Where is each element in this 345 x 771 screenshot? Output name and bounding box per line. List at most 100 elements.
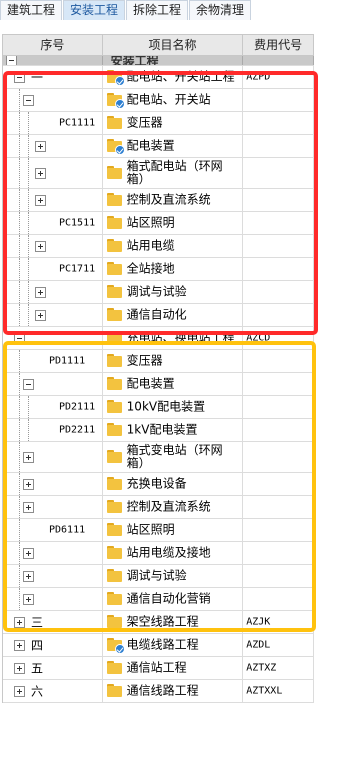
expand-icon[interactable] [35, 310, 46, 321]
seq-cell[interactable]: PD2211 [3, 419, 103, 441]
fee-code-cell[interactable] [243, 212, 314, 234]
name-cell[interactable]: 配电站、开关站 [103, 89, 244, 111]
name-cell[interactable]: 站区照明 [103, 519, 244, 541]
name-cell[interactable]: 配电站、开关站工程 [103, 66, 244, 88]
name-cell[interactable]: 调试与试验 [103, 281, 244, 303]
table-row[interactable]: 二 充电站、换电站工程 AZCD [3, 327, 314, 350]
name-cell[interactable]: 配电装置 [103, 373, 244, 395]
seq-cell[interactable] [3, 189, 103, 211]
fee-code-cell[interactable] [243, 304, 314, 326]
seq-cell[interactable]: 五 [3, 657, 103, 679]
name-cell[interactable]: 箱式配电站（环网箱） [103, 158, 244, 188]
header-name[interactable]: 项目名称 [103, 35, 244, 55]
name-cell[interactable]: 通信自动化营销 [103, 588, 244, 610]
seq-cell[interactable]: PD1111 [3, 350, 103, 372]
table-row[interactable]: PC1511 站区照明 [3, 212, 314, 235]
table-row[interactable]: 站用电缆 [3, 235, 314, 258]
expand-icon[interactable] [23, 571, 34, 582]
seq-cell[interactable] [3, 158, 103, 188]
table-row[interactable]: 站用电缆及接地 [3, 542, 314, 565]
fee-code-cell[interactable]: AZTXXL [243, 680, 314, 702]
fee-code-cell[interactable] [243, 258, 314, 280]
name-cell[interactable]: 电缆线路工程 [103, 634, 244, 656]
expand-icon[interactable] [23, 594, 34, 605]
seq-cell[interactable] [3, 304, 103, 326]
name-cell[interactable]: 调试与试验 [103, 565, 244, 587]
seq-cell[interactable]: PD6111 [3, 519, 103, 541]
fee-code-cell[interactable] [243, 442, 314, 472]
seq-cell[interactable] [3, 473, 103, 495]
fee-code-cell[interactable] [243, 350, 314, 372]
expand-icon[interactable] [14, 686, 25, 697]
name-cell[interactable]: 站用电缆 [103, 235, 244, 257]
fee-code-cell[interactable] [243, 496, 314, 518]
table-row[interactable]: 五 通信站工程 AZTXZ [3, 657, 314, 680]
table-row[interactable]: 配电装置 [3, 135, 314, 158]
expand-icon[interactable] [23, 452, 34, 463]
table-row[interactable]: 三 架空线路工程 AZJK [3, 611, 314, 634]
expand-icon[interactable] [23, 502, 34, 513]
table-row[interactable]: 箱式配电站（环网箱） [3, 158, 314, 189]
name-cell[interactable]: 1kV配电装置 [103, 419, 244, 441]
expand-icon[interactable] [35, 241, 46, 252]
fee-code-cell[interactable]: AZTXZ [243, 657, 314, 679]
name-cell[interactable]: 充换电设备 [103, 473, 244, 495]
seq-cell[interactable]: 四 [3, 634, 103, 656]
tab-building[interactable]: 建筑工程 [0, 0, 63, 20]
fee-code-cell[interactable] [243, 281, 314, 303]
tab-installation[interactable]: 安装工程 [63, 0, 126, 20]
collapse-icon[interactable] [23, 379, 34, 390]
fee-code-cell[interactable] [243, 419, 314, 441]
fee-code-cell[interactable]: AZJK [243, 611, 314, 633]
name-cell[interactable]: 充电站、换电站工程 [103, 327, 244, 349]
seq-cell[interactable]: PC1511 [3, 212, 103, 234]
seq-cell[interactable] [3, 373, 103, 395]
fee-code-cell[interactable] [243, 189, 314, 211]
seq-cell[interactable] [3, 442, 103, 472]
expand-icon[interactable] [23, 479, 34, 490]
name-cell[interactable]: 变压器 [103, 350, 244, 372]
table-row[interactable]: 控制及直流系统 [3, 496, 314, 519]
table-row[interactable]: 配电装置 [3, 373, 314, 396]
table-row[interactable]: 四 电缆线路工程 AZDL [3, 634, 314, 657]
tab-residual-cleanup[interactable]: 余物清理 [189, 0, 252, 20]
fee-code-cell[interactable] [243, 112, 314, 134]
name-cell[interactable]: 变压器 [103, 112, 244, 134]
fee-code-cell[interactable] [243, 396, 314, 418]
collapse-icon[interactable] [6, 56, 17, 65]
seq-cell[interactable] [3, 235, 103, 257]
name-cell[interactable]: 通信线路工程 [103, 680, 244, 702]
name-cell[interactable]: 箱式变电站（环网箱） [103, 442, 244, 472]
expand-icon[interactable] [23, 548, 34, 559]
name-cell[interactable]: 站区照明 [103, 212, 244, 234]
header-fee-code[interactable]: 费用代号 [243, 35, 314, 55]
seq-cell[interactable]: 三 [3, 611, 103, 633]
expand-icon[interactable] [14, 663, 25, 674]
expand-icon[interactable] [35, 195, 46, 206]
table-row[interactable]: 控制及直流系统 [3, 189, 314, 212]
fee-code-cell[interactable] [243, 135, 314, 157]
seq-cell[interactable]: PD2111 [3, 396, 103, 418]
tab-demolition[interactable]: 拆除工程 [126, 0, 189, 20]
seq-cell[interactable] [3, 588, 103, 610]
fee-code-cell[interactable] [243, 542, 314, 564]
fee-code-cell[interactable]: AZCD [243, 327, 314, 349]
name-cell[interactable]: 10kV配电装置 [103, 396, 244, 418]
table-row[interactable]: PD1111 变压器 [3, 350, 314, 373]
fee-code-cell[interactable] [243, 89, 314, 111]
name-cell[interactable]: 通信站工程 [103, 657, 244, 679]
fee-code-cell[interactable]: AZDL [243, 634, 314, 656]
expand-icon[interactable] [35, 168, 46, 179]
table-row[interactable]: PC1711 全站接地 [3, 258, 314, 281]
table-row[interactable]: 调试与试验 [3, 281, 314, 304]
fee-code-cell[interactable]: AZPD [243, 66, 314, 88]
seq-cell[interactable]: 一 [3, 66, 103, 88]
expand-icon[interactable] [14, 640, 25, 651]
name-cell[interactable]: 通信自动化 [103, 304, 244, 326]
fee-code-cell[interactable] [243, 235, 314, 257]
seq-cell[interactable] [3, 496, 103, 518]
name-cell[interactable]: 站用电缆及接地 [103, 542, 244, 564]
header-seq[interactable]: 序号 [3, 35, 103, 55]
table-row[interactable]: PD2211 1kV配电装置 [3, 419, 314, 442]
expand-icon[interactable] [14, 617, 25, 628]
